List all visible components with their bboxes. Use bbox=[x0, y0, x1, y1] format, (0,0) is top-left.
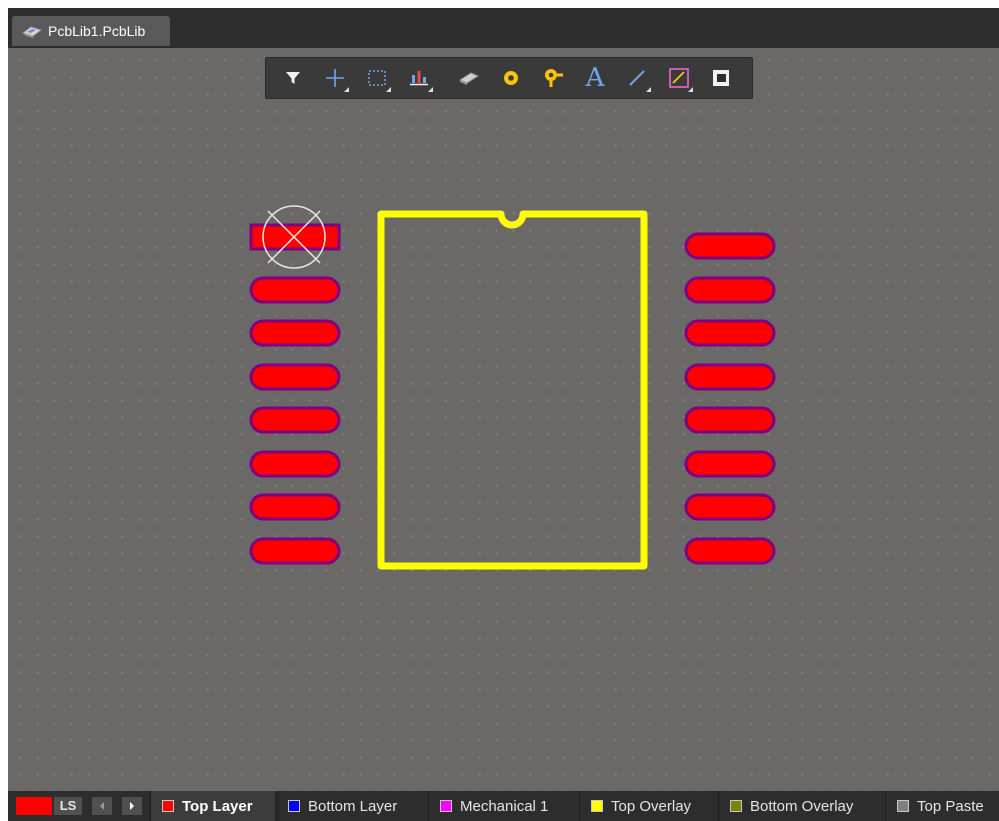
pad-15[interactable] bbox=[684, 276, 776, 304]
chevron-right-icon bbox=[130, 802, 134, 810]
place-string-button[interactable]: A bbox=[578, 62, 612, 94]
layer-color-swatch bbox=[591, 800, 603, 812]
pad-11[interactable] bbox=[684, 450, 776, 478]
layer-color-swatch bbox=[162, 800, 174, 812]
document-tab[interactable]: PcbLib1.PcbLib bbox=[12, 16, 170, 46]
document-tab-label: PcbLib1.PcbLib bbox=[48, 23, 146, 39]
layer-color-swatch bbox=[440, 800, 452, 812]
pad-10[interactable] bbox=[684, 493, 776, 521]
design-canvas[interactable]: A bbox=[8, 48, 999, 791]
left-pad-column bbox=[249, 223, 341, 565]
align-icon bbox=[410, 71, 428, 86]
dimension-icon bbox=[669, 68, 689, 88]
pad-6[interactable] bbox=[249, 450, 341, 478]
layer-color-swatch bbox=[288, 800, 300, 812]
pad-icon bbox=[504, 71, 518, 85]
layer-tab-label: Mechanical 1 bbox=[460, 797, 549, 815]
pad-5[interactable] bbox=[249, 406, 341, 434]
layer-tab-bottom-layer[interactable]: Bottom Layer bbox=[276, 791, 428, 821]
pad-2[interactable] bbox=[249, 276, 341, 304]
pad-3[interactable] bbox=[249, 319, 341, 347]
layer-color-swatch bbox=[897, 800, 909, 812]
crosshair-button[interactable] bbox=[318, 62, 352, 94]
region-icon bbox=[713, 70, 729, 86]
component-outline[interactable] bbox=[377, 210, 648, 570]
pad-16[interactable] bbox=[684, 232, 776, 260]
crosshair-icon bbox=[326, 69, 344, 87]
active-bar-toolbar: A bbox=[265, 57, 753, 99]
layer-scroll-right-button[interactable] bbox=[122, 797, 142, 815]
pad-4[interactable] bbox=[249, 363, 341, 391]
via-icon bbox=[545, 69, 563, 87]
pad-12[interactable] bbox=[684, 406, 776, 434]
pad-9[interactable] bbox=[684, 537, 776, 565]
place-region-button[interactable] bbox=[704, 62, 738, 94]
layer-tab-top-overlay[interactable]: Top Overlay bbox=[579, 791, 718, 821]
align-button[interactable] bbox=[402, 62, 436, 94]
select-rect-icon bbox=[368, 70, 386, 86]
pad-8[interactable] bbox=[249, 537, 341, 565]
place-line-button[interactable] bbox=[620, 62, 654, 94]
layer-tab-top-paste[interactable]: Top Paste bbox=[885, 791, 999, 821]
current-layer-color-indicator[interactable] bbox=[16, 797, 52, 815]
select-rect-button[interactable] bbox=[360, 62, 394, 94]
layer-tabs-bar: LS Top Layer Bottom Layer Mechanical 1 T… bbox=[8, 791, 999, 821]
layer-tab-mechanical-1[interactable]: Mechanical 1 bbox=[428, 791, 579, 821]
right-pad-column bbox=[684, 232, 776, 565]
component-icon bbox=[458, 72, 480, 85]
layer-set-button[interactable]: LS bbox=[54, 797, 82, 815]
line-icon bbox=[629, 70, 645, 86]
pcblib-file-icon bbox=[22, 26, 42, 38]
layer-tab-label: Bottom Layer bbox=[308, 797, 398, 815]
pad-14[interactable] bbox=[684, 319, 776, 347]
place-pad-button[interactable] bbox=[494, 62, 528, 94]
place-component-button[interactable] bbox=[452, 62, 486, 94]
layer-tab-label: Top Paste bbox=[917, 797, 984, 815]
layer-tab-bottom-overlay[interactable]: Bottom Overlay bbox=[718, 791, 885, 821]
pad-13[interactable] bbox=[684, 363, 776, 391]
layer-scroll-left-button[interactable] bbox=[92, 797, 112, 815]
layer-tab-label: Bottom Overlay bbox=[750, 797, 854, 815]
pad-7[interactable] bbox=[249, 493, 341, 521]
document-tab-bar: PcbLib1.PcbLib bbox=[8, 8, 999, 48]
chevron-left-icon bbox=[100, 802, 104, 810]
layer-tab-top-layer[interactable]: Top Layer bbox=[150, 791, 275, 821]
layer-color-swatch bbox=[730, 800, 742, 812]
layer-tab-label: Top Overlay bbox=[611, 797, 692, 815]
filter-button[interactable] bbox=[276, 62, 310, 94]
pcb-editor-window: PcbLib1.PcbLib A LS Top Layer Bottom Lay… bbox=[8, 8, 999, 821]
place-dimension-button[interactable] bbox=[662, 62, 696, 94]
footprint-drawing bbox=[249, 205, 776, 570]
filter-icon bbox=[286, 72, 300, 84]
layer-tab-label: Top Layer bbox=[182, 797, 253, 815]
string-icon: A bbox=[585, 63, 605, 93]
place-via-button[interactable] bbox=[536, 62, 570, 94]
